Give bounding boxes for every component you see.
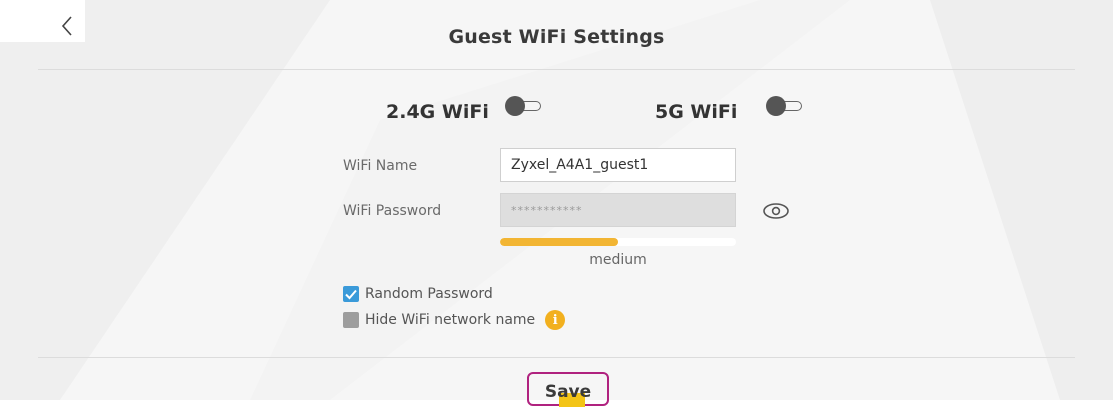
wifi-name-input[interactable]: [500, 148, 736, 182]
password-strength-fill: [500, 238, 618, 246]
wifi-name-label: WiFi Name: [343, 158, 418, 174]
save-button[interactable]: Save: [527, 372, 609, 407]
random-password-label: Random Password: [365, 286, 493, 302]
guest-wifi-panel: Guest WiFi Settings 2.4G WiFi 5G WiFi Wi…: [0, 0, 1113, 407]
header-divider: [38, 69, 1075, 70]
info-icon[interactable]: i: [545, 310, 566, 330]
toggle-5g-wifi[interactable]: [766, 96, 802, 116]
password-strength-bar: [500, 238, 736, 246]
checkmark-icon: [345, 289, 357, 300]
eye-icon[interactable]: [762, 201, 790, 221]
band-label-2-4g: 2.4G WiFi: [386, 101, 489, 123]
random-password-checkbox[interactable]: [343, 286, 359, 302]
wifi-password-input[interactable]: [500, 193, 736, 227]
page-title: Guest WiFi Settings: [448, 26, 665, 48]
wifi-password-label: WiFi Password: [343, 203, 442, 219]
hide-ssid-label: Hide WiFi network name: [365, 312, 536, 328]
footer-divider: [38, 357, 1075, 358]
random-password-option[interactable]: Random Password: [343, 285, 493, 303]
toggle-knob: [505, 96, 525, 116]
save-button-label: Save: [544, 381, 592, 402]
toggle-2-4g-wifi[interactable]: [505, 96, 541, 116]
password-strength-label: medium: [589, 252, 647, 268]
toggle-knob: [766, 96, 786, 116]
hide-ssid-checkbox[interactable]: [343, 312, 359, 328]
hide-ssid-option[interactable]: Hide WiFi network name i: [343, 310, 566, 330]
band-label-5g: 5G WiFi: [655, 101, 738, 123]
